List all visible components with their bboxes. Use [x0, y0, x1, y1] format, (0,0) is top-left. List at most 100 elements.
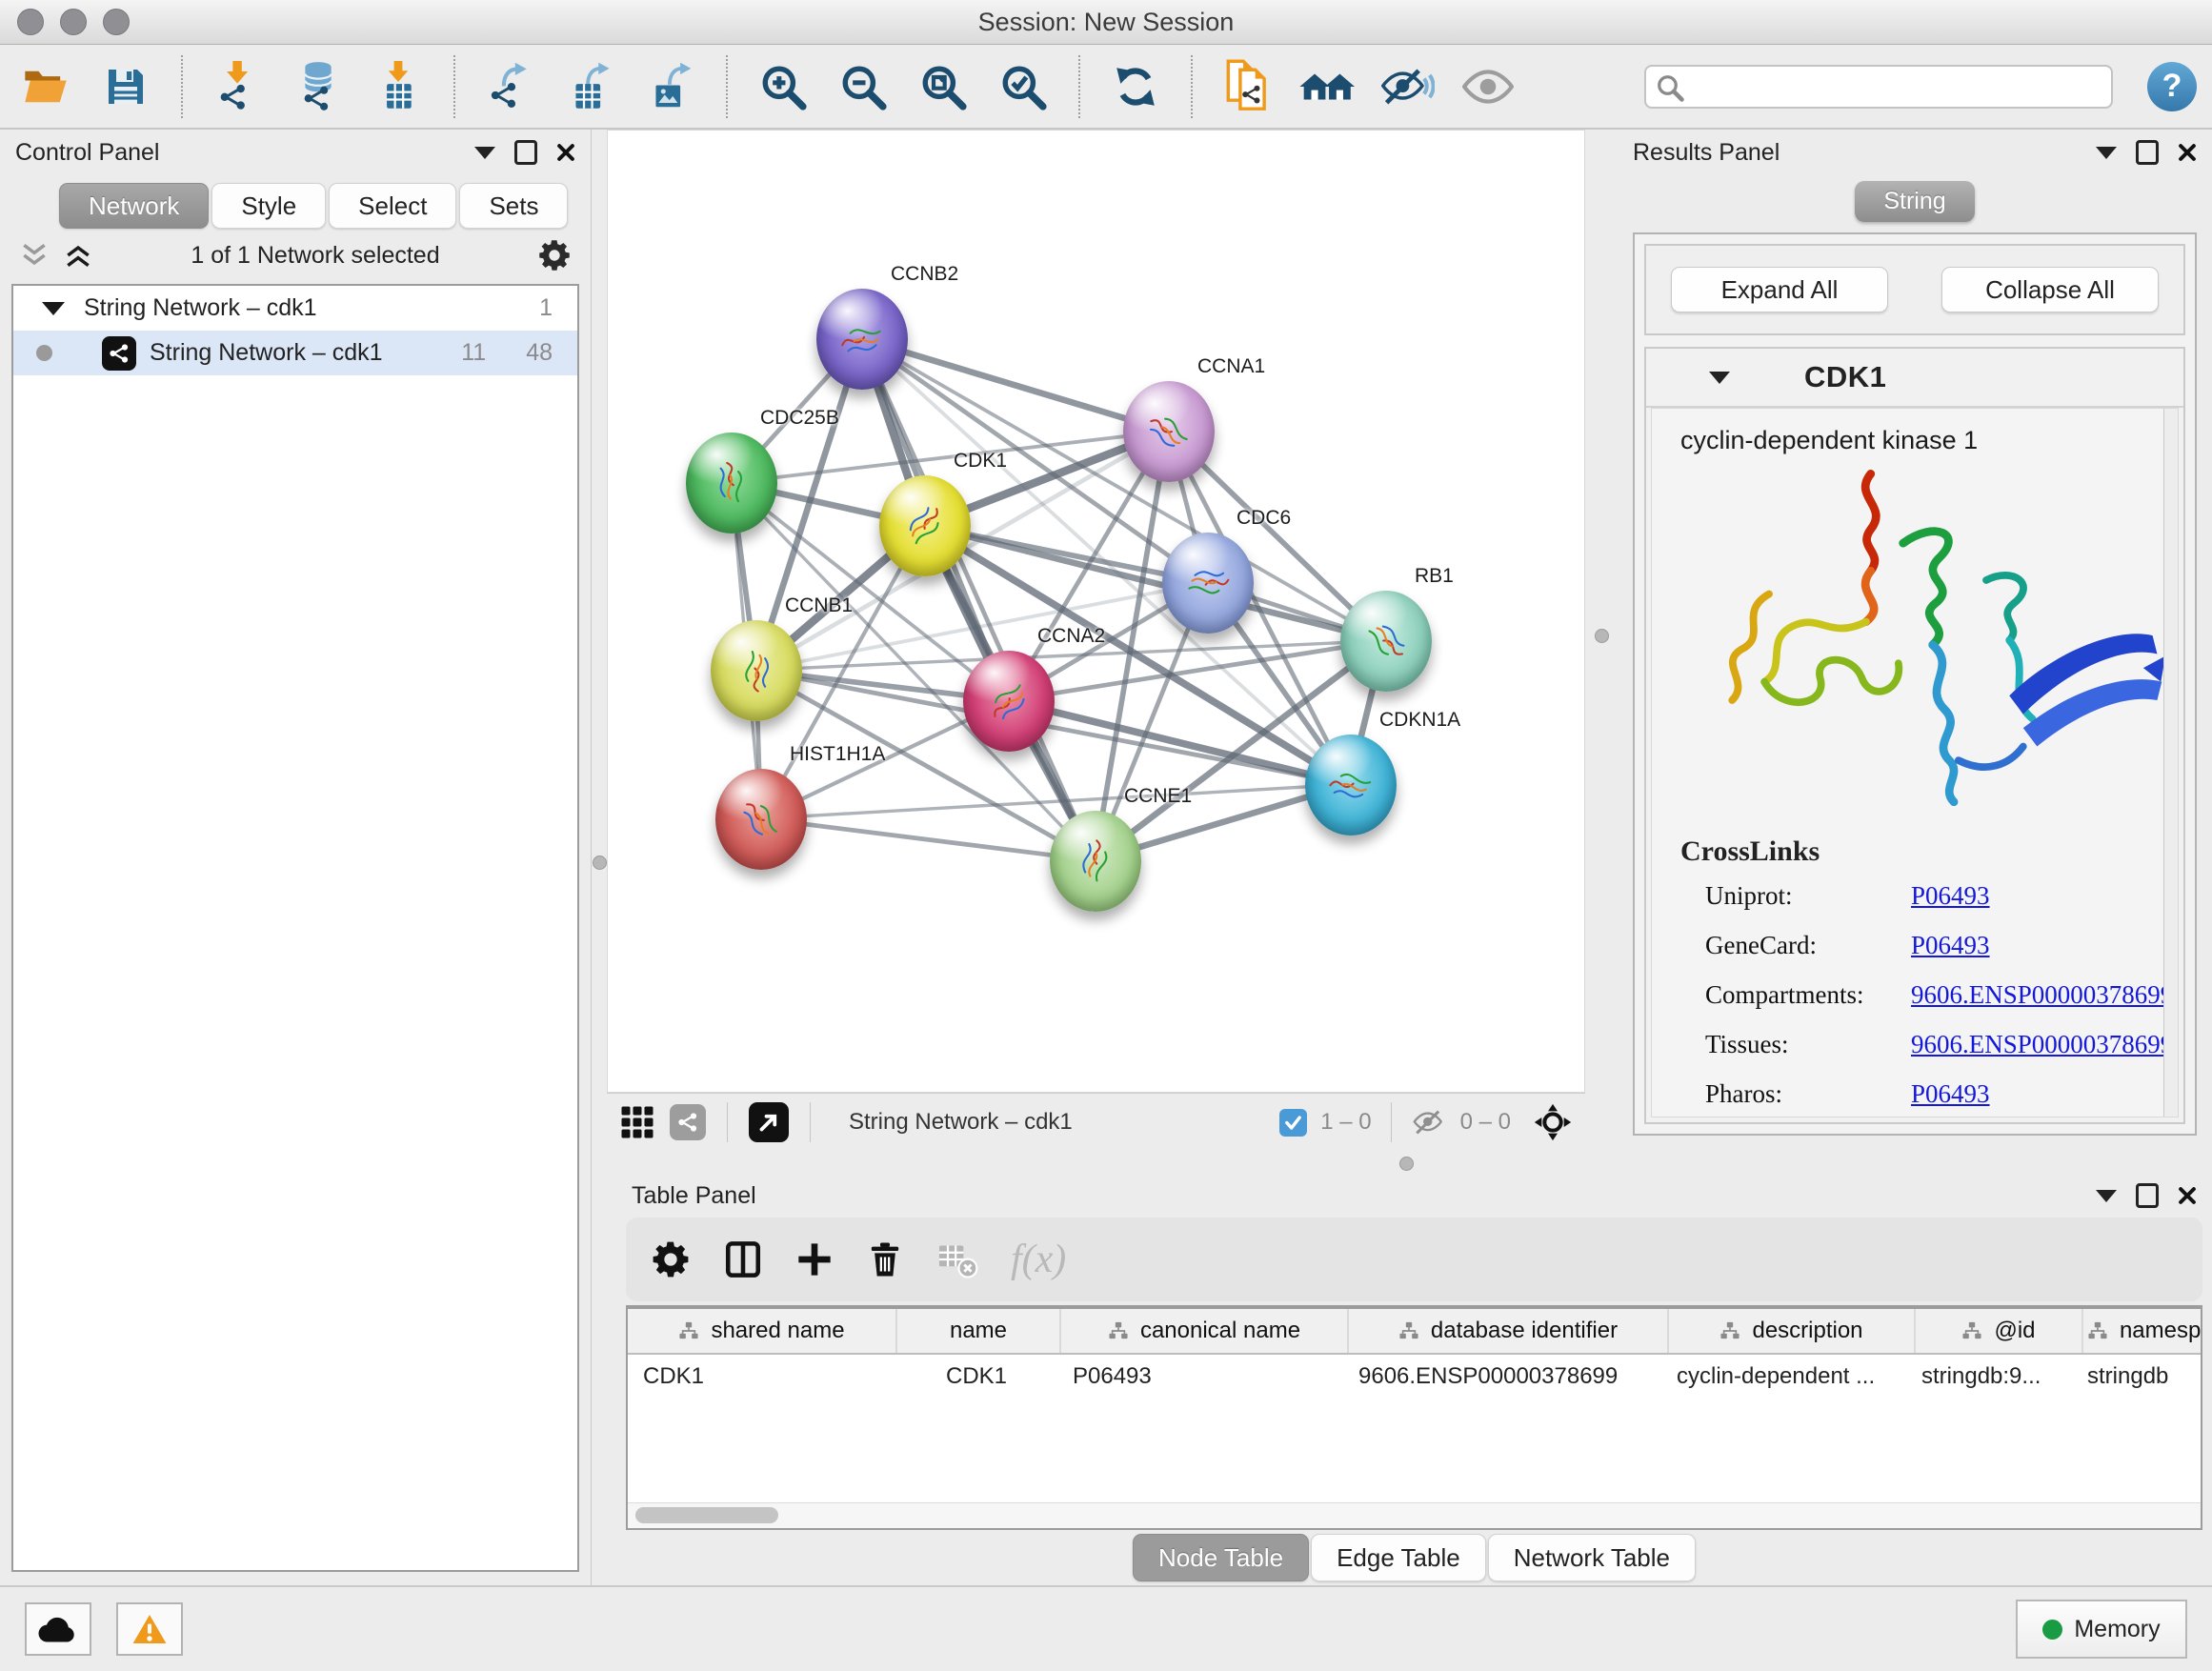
zoom-fit-button[interactable] [913, 56, 974, 117]
protein-squiggle-icon [1060, 826, 1131, 896]
enhanced-labels-toggle[interactable] [1377, 56, 1438, 117]
disclosure-triangle-icon[interactable] [42, 302, 65, 315]
network-node-ccne1[interactable] [1050, 811, 1141, 912]
open-session-button[interactable] [15, 56, 76, 117]
save-session-button[interactable] [95, 56, 156, 117]
column-header-shared-name[interactable]: shared name [628, 1309, 897, 1353]
import-table-button[interactable] [368, 56, 429, 117]
right-splitter[interactable] [1585, 130, 1618, 1151]
control-panel-maximize-icon[interactable] [514, 140, 537, 165]
tab-node-table[interactable]: Node Table [1133, 1534, 1309, 1581]
export-network-button[interactable] [480, 56, 541, 117]
network-node-cdkn1a[interactable] [1305, 735, 1397, 836]
network-node-cdk1[interactable] [879, 475, 971, 576]
splitter-knob[interactable] [1399, 1157, 1414, 1171]
network-node-cdc6[interactable] [1162, 533, 1254, 634]
expand-all-networks-icon[interactable] [63, 242, 93, 269]
table-panel-float-icon[interactable] [2096, 1190, 2117, 1202]
center-view-crosshair-icon[interactable] [1534, 1103, 1572, 1141]
column-header-canonical-name[interactable]: canonical name [1061, 1309, 1349, 1353]
tab-network[interactable]: Network [59, 183, 209, 229]
hierarchy-column-icon [678, 1321, 699, 1340]
disclosure-triangle-icon[interactable] [1709, 372, 1730, 384]
left-splitter[interactable] [592, 130, 607, 1585]
string-import-button[interactable] [1217, 56, 1278, 117]
table-panel-maximize-icon[interactable] [2136, 1183, 2159, 1208]
tab-string[interactable]: String [1855, 181, 1974, 222]
crosslink-link[interactable]: P06493 [1911, 881, 1990, 911]
show-glass-ball-toggle[interactable] [1458, 56, 1518, 117]
column-header-description[interactable]: description [1669, 1309, 1916, 1353]
network-collection-row[interactable]: String Network – cdk1 1 [13, 286, 577, 331]
zoom-selected-button[interactable] [993, 56, 1054, 117]
zoom-fit-icon [919, 63, 967, 111]
control-panel-close-icon[interactable] [556, 143, 575, 162]
collapse-all-networks-icon[interactable] [19, 242, 50, 269]
results-panel-float-icon[interactable] [2096, 147, 2117, 159]
results-panel-close-icon[interactable] [2178, 143, 2197, 162]
protein-squiggle-icon [724, 782, 798, 856]
tab-select[interactable]: Select [329, 183, 456, 229]
horizontal-splitter[interactable] [607, 1151, 2212, 1176]
delete-table-icon-disabled [936, 1240, 978, 1278]
warnings-button[interactable] [116, 1602, 183, 1656]
grid-view-icon[interactable] [620, 1105, 654, 1139]
crosslink-link[interactable]: P06493 [1911, 931, 1990, 960]
table-horizontal-scrollbar[interactable] [628, 1502, 2201, 1528]
export-table-button[interactable] [560, 56, 621, 117]
network-overview-toggle[interactable] [670, 1104, 706, 1140]
show-columns-icon[interactable] [723, 1239, 763, 1279]
column-header-database-identifier[interactable]: database identifier [1349, 1309, 1669, 1353]
table-panel-close-icon[interactable] [2178, 1186, 2197, 1205]
network-node-ccnb2[interactable] [816, 289, 908, 390]
collapse-all-button[interactable]: Collapse All [1941, 267, 2159, 312]
memory-button[interactable]: Memory [2016, 1600, 2187, 1659]
crosslink-link[interactable]: P06493 [1911, 1079, 1990, 1109]
cloud-status-button[interactable] [25, 1602, 91, 1656]
import-network-file-button[interactable] [208, 56, 269, 117]
zoom-out-button[interactable] [833, 56, 894, 117]
results-panel-maximize-icon[interactable] [2136, 140, 2159, 165]
tab-sets[interactable]: Sets [459, 183, 568, 229]
network-canvas[interactable]: CCNB2CCNA1CDC25BCDK1CDC6RB1CCNB1CCNA2CDK… [607, 130, 1585, 1093]
string-home-button[interactable] [1297, 56, 1358, 117]
add-column-icon[interactable] [795, 1240, 834, 1278]
network-node-rb1[interactable] [1340, 591, 1432, 692]
selected-checkbox[interactable] [1279, 1109, 1307, 1137]
export-image-button[interactable] [640, 56, 701, 117]
column-header-namespace[interactable]: namespace [2083, 1309, 2202, 1353]
import-network-database-button[interactable] [288, 56, 349, 117]
splitter-knob[interactable] [593, 856, 607, 870]
crosslink-link[interactable]: 9606.ENSP00000378699 [1911, 980, 2173, 1010]
network-node-ccnb1[interactable] [711, 620, 802, 721]
column-header--id[interactable]: @id [1916, 1309, 2083, 1353]
network-row[interactable]: String Network – cdk1 11 48 [13, 331, 577, 375]
help-button[interactable]: ? [2147, 62, 2197, 111]
tab-edge-table[interactable]: Edge Table [1311, 1534, 1486, 1581]
birdseye-view-button[interactable] [749, 1102, 789, 1142]
zoom-in-icon [759, 63, 807, 111]
protein-section-header[interactable]: CDK1 [1646, 349, 2183, 408]
control-panel-float-icon[interactable] [474, 147, 495, 159]
table-options-gear-icon[interactable] [651, 1239, 691, 1279]
network-node-ccna1[interactable] [1123, 381, 1215, 482]
zoom-in-button[interactable] [753, 56, 814, 117]
network-node-cdc25b[interactable] [686, 433, 777, 534]
string-results-body: Expand All Collapse All CDK1 cyclin-depe… [1633, 232, 2197, 1136]
network-node-hist1h1a[interactable] [715, 769, 807, 870]
hidden-eye-slash-icon[interactable] [1411, 1109, 1447, 1136]
network-node-ccna2[interactable] [963, 651, 1055, 752]
table-row[interactable]: CDK1CDK1P064939606.ENSP00000378699cyclin… [628, 1355, 2201, 1399]
delete-column-trash-icon[interactable] [866, 1240, 904, 1278]
tab-style[interactable]: Style [211, 183, 326, 229]
results-scrollbar[interactable] [2163, 409, 2178, 1117]
apply-layout-button[interactable] [1105, 56, 1166, 117]
column-header-name[interactable]: name [897, 1309, 1061, 1353]
scrollbar-thumb[interactable] [635, 1507, 778, 1523]
tab-network-table[interactable]: Network Table [1488, 1534, 1696, 1581]
crosslink-link[interactable]: 9606.ENSP00000378699 [1911, 1030, 2173, 1059]
expand-all-button[interactable]: Expand All [1671, 267, 1888, 312]
search-input[interactable] [1644, 65, 2113, 109]
splitter-knob[interactable] [1595, 629, 1609, 643]
network-options-gear-icon[interactable] [537, 238, 572, 272]
